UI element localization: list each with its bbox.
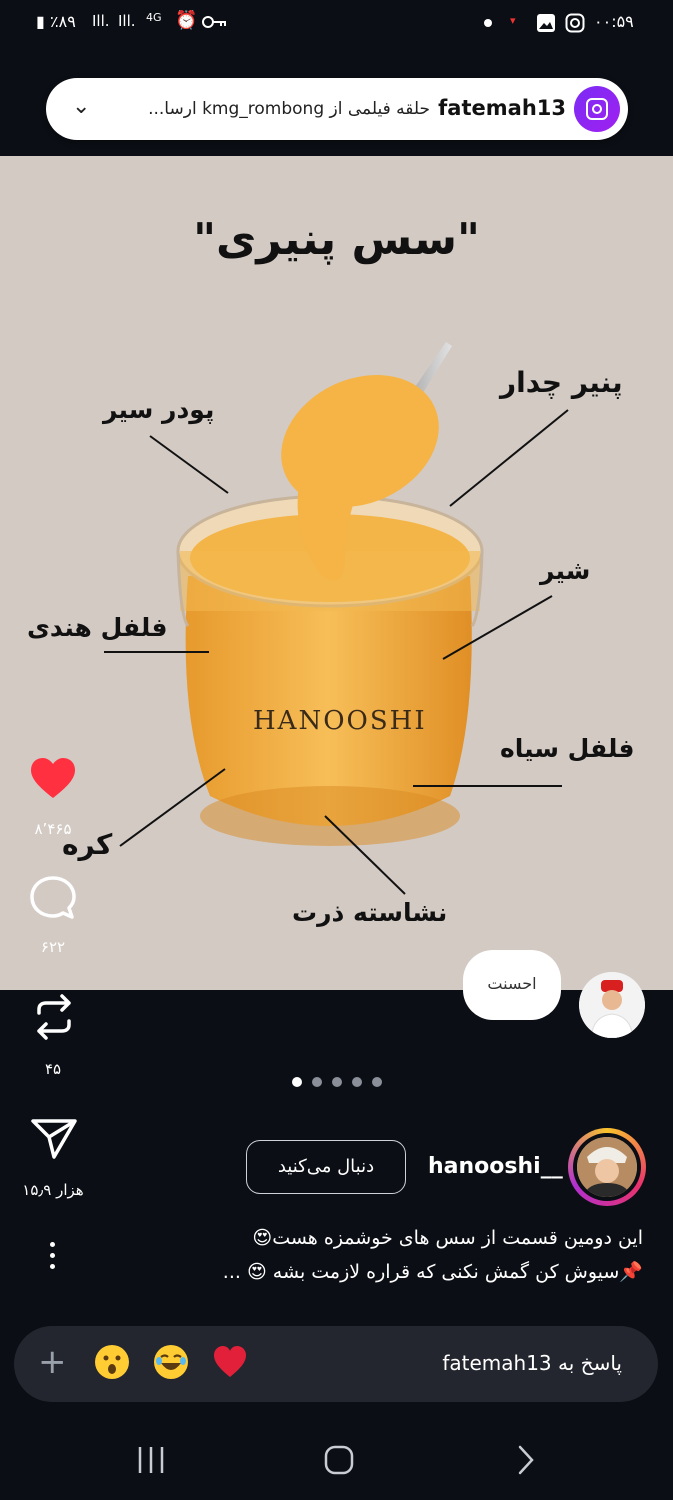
ingredient-cayenne: فلفل هندی	[27, 613, 168, 642]
status-bar: ▮ ٪۸۹ Ill. Ill. 4G ⏰ ▾ ۰۰:۵۹	[0, 0, 673, 46]
recent-apps-icon[interactable]	[136, 1445, 166, 1475]
carousel-dot-active	[292, 1077, 302, 1087]
carousel-dot	[372, 1077, 382, 1087]
battery-icon: ▮	[36, 12, 45, 31]
ingredient-milk: شیر	[540, 556, 591, 585]
notification-banner[interactable]: fatemah13 حلقه فیلمی از kmg_rombong ارسا…	[46, 78, 628, 140]
laughing-emoji-icon[interactable]	[153, 1344, 189, 1380]
comment-text: احسنت	[487, 974, 537, 993]
home-icon[interactable]	[324, 1444, 354, 1476]
back-icon[interactable]	[514, 1444, 536, 1476]
following-button-label: دنبال می‌کنید	[277, 1156, 375, 1177]
signal-icon-2: Ill.	[118, 12, 136, 30]
clock: ۰۰:۵۹	[594, 12, 634, 31]
alarm-icon: ⏰	[175, 10, 198, 31]
like-button[interactable]	[29, 756, 77, 800]
comment-count[interactable]: ۶۲۲	[13, 938, 93, 956]
like-count[interactable]: ۸٬۴۶۵	[13, 820, 93, 838]
share-count[interactable]: ۱۵٫۹ هزار	[13, 1181, 93, 1199]
more-options-icon[interactable]	[50, 1242, 56, 1272]
signal-icon: Ill.	[92, 12, 110, 30]
post-image[interactable]: "سس پنیری" HANOOSHI پودر سیر پنیر چدار ش…	[0, 156, 673, 990]
caption-line-1[interactable]: این دومین قسمت از سس های خوشمزه هست😍	[252, 1227, 643, 1249]
share-button[interactable]	[30, 1117, 78, 1159]
notification-dot-icon	[484, 19, 492, 27]
ingredient-black-pepper: فلفل سیاه	[500, 734, 635, 763]
carousel-dot	[312, 1077, 322, 1087]
commenter-avatar[interactable]	[579, 972, 645, 1038]
repost-count[interactable]: ۴۵	[13, 1060, 93, 1078]
key-icon	[202, 16, 226, 28]
caption-line-2[interactable]: 📌سیوش کن گمش نکنی که قراره لازمت بشه 😍 .…	[223, 1260, 643, 1283]
network-type: 4G	[146, 11, 162, 24]
chevron-down-icon[interactable]: ⌄	[72, 94, 90, 119]
following-button[interactable]: دنبال می‌کنید	[246, 1140, 406, 1194]
reply-bar: + پاسخ به fatemah13	[14, 1326, 658, 1402]
carousel-dot	[332, 1077, 342, 1087]
gallery-icon	[537, 14, 555, 32]
heart-emoji-icon[interactable]	[212, 1344, 248, 1380]
youtube-icon: ▾	[510, 14, 516, 27]
instagram-status-icon	[565, 13, 585, 33]
instagram-icon	[574, 86, 620, 132]
ingredient-cheddar: پنیر چدار	[500, 366, 623, 399]
system-nav-bar	[0, 1420, 673, 1500]
reply-input[interactable]: پاسخ به fatemah13	[442, 1351, 622, 1375]
battery-level: ٪۸۹	[50, 12, 76, 31]
comment-button[interactable]	[29, 875, 77, 921]
author-avatar[interactable]	[577, 1137, 637, 1197]
repost-button[interactable]	[31, 993, 77, 1041]
ingredient-garlic-powder: پودر سیر	[103, 395, 215, 424]
notification-username: fatemah13	[438, 96, 566, 120]
notification-message: حلقه فیلمی از kmg_rombong ارسا...	[148, 99, 430, 119]
carousel-dot	[352, 1077, 362, 1087]
ingredient-cornstarch: نشاسته ذرت	[292, 898, 448, 927]
plus-icon[interactable]: +	[38, 1342, 67, 1382]
author-username[interactable]: hanooshi__	[428, 1154, 563, 1179]
comment-bubble[interactable]: احسنت	[463, 950, 561, 1020]
surprised-emoji-icon[interactable]	[94, 1344, 130, 1380]
